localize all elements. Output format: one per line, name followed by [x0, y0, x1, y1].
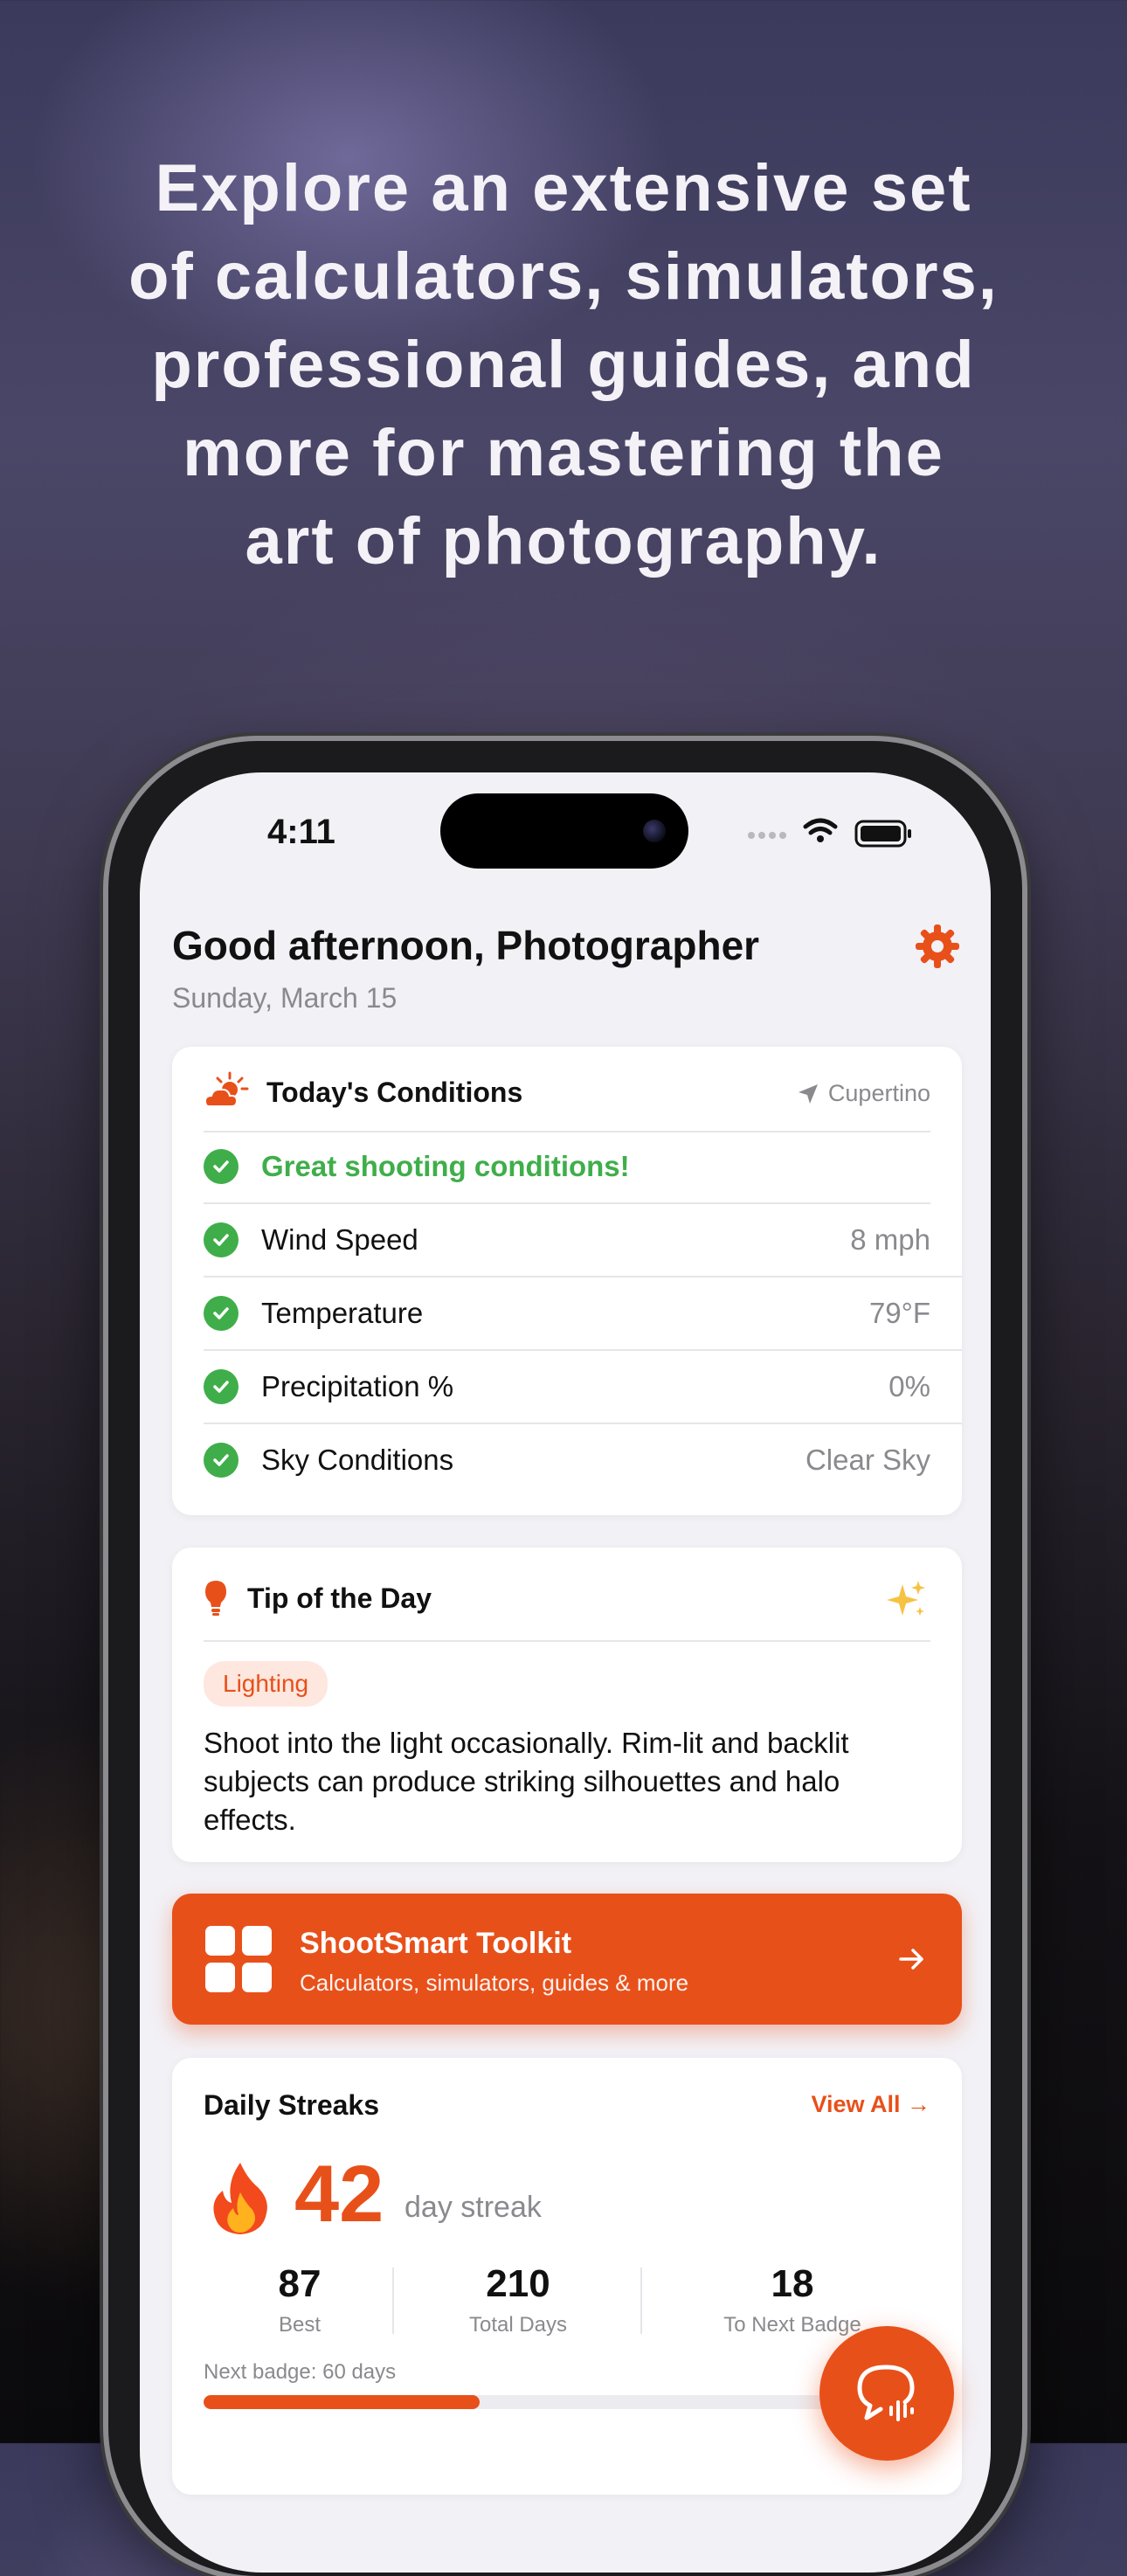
stat-value: 18 — [771, 2262, 814, 2305]
tip-category-chip: Lighting — [204, 1661, 328, 1707]
stat-label: Total Days — [468, 2313, 568, 2337]
headline: Explore an extensive set of calculators,… — [128, 151, 999, 578]
streaks-title: Daily Streaks — [204, 2089, 380, 2121]
sparkles-icon — [887, 1581, 925, 1616]
condition-row-sky: Sky Conditions Clear Sky — [204, 1424, 930, 1496]
condition-value: 79°F — [868, 1297, 930, 1329]
stat-value: 87 — [278, 2262, 322, 2305]
summary-label: Great shooting conditions! — [261, 1150, 630, 1182]
stat-label: Best — [278, 2313, 322, 2337]
arrow-right-icon — [899, 1949, 923, 1970]
date: Sunday, March 15 — [172, 982, 398, 1014]
divider — [204, 1640, 930, 1642]
toolkit-subtitle: Calculators, simulators, guides & more — [300, 1970, 689, 1996]
tip-text: Shoot into the light occasionally. Rim-l… — [204, 1727, 849, 1836]
progress-fill — [204, 2395, 481, 2409]
toolkit-title: ShootSmart Toolkit — [300, 1927, 572, 1960]
check-icon — [204, 1222, 239, 1257]
weather-icon — [204, 1071, 249, 1107]
view-all-link[interactable]: View All → — [811, 2091, 930, 2118]
wifi-icon — [803, 818, 838, 835]
streak-count: 42 — [294, 2150, 384, 2239]
check-icon — [204, 1369, 239, 1404]
condition-label: Temperature — [261, 1297, 424, 1329]
stat-best: 87 Best — [204, 2262, 396, 2337]
condition-value: Clear Sky — [805, 1444, 930, 1476]
tip-card[interactable]: Tip of the Day Lighting Shoot into the l… — [172, 1548, 962, 1862]
condition-row-wind: Wind Speed 8 mph — [204, 1204, 930, 1276]
check-icon — [204, 1149, 239, 1184]
conditions-card[interactable]: Today's Conditions Cupertino Great shoot… — [172, 1047, 962, 1515]
conditions-title: Today's Conditions — [266, 1077, 523, 1108]
front-camera — [643, 820, 666, 842]
tip-title: Tip of the Day — [247, 1582, 432, 1614]
cellular-icon — [748, 832, 786, 839]
condition-label: Wind Speed — [261, 1223, 418, 1256]
status-icons — [748, 818, 911, 848]
location-arrow-icon — [798, 1084, 818, 1104]
condition-value: 8 mph — [850, 1223, 930, 1256]
gear-icon[interactable] — [913, 922, 962, 971]
stat-value: 210 — [486, 2262, 550, 2305]
status-time: 4:11 — [267, 813, 335, 851]
condition-label: Sky Conditions — [261, 1444, 454, 1476]
stat-divider — [392, 2268, 394, 2334]
toolkit-button[interactable]: ShootSmart Toolkit Calculators, simulato… — [172, 1894, 962, 2025]
stat-total-days: 210 Total Days — [404, 2262, 632, 2337]
greeting: Good afternoon, Photographer — [172, 923, 760, 968]
fire-icon — [213, 2163, 267, 2234]
summary-row: Great shooting conditions! — [204, 1131, 930, 1202]
location: Cupertino — [797, 1080, 930, 1107]
check-icon — [204, 1296, 239, 1331]
lightbulb-icon — [205, 1581, 226, 1616]
chat-wave-icon — [857, 2365, 915, 2421]
grid-icon — [205, 1926, 272, 1992]
condition-label: Precipitation % — [261, 1370, 454, 1402]
condition-row-temperature: Temperature 79°F — [204, 1278, 930, 1349]
location-label: Cupertino — [827, 1080, 930, 1106]
check-icon — [204, 1443, 239, 1478]
stat-divider — [640, 2268, 642, 2334]
condition-row-precipitation: Precipitation % 0% — [204, 1351, 930, 1423]
battery-icon — [854, 820, 911, 848]
streak-unit: day streak — [404, 2191, 542, 2224]
next-badge-label: Next badge: 60 days — [204, 2360, 397, 2384]
chat-button[interactable] — [819, 2326, 954, 2461]
condition-value: 0% — [888, 1370, 930, 1402]
